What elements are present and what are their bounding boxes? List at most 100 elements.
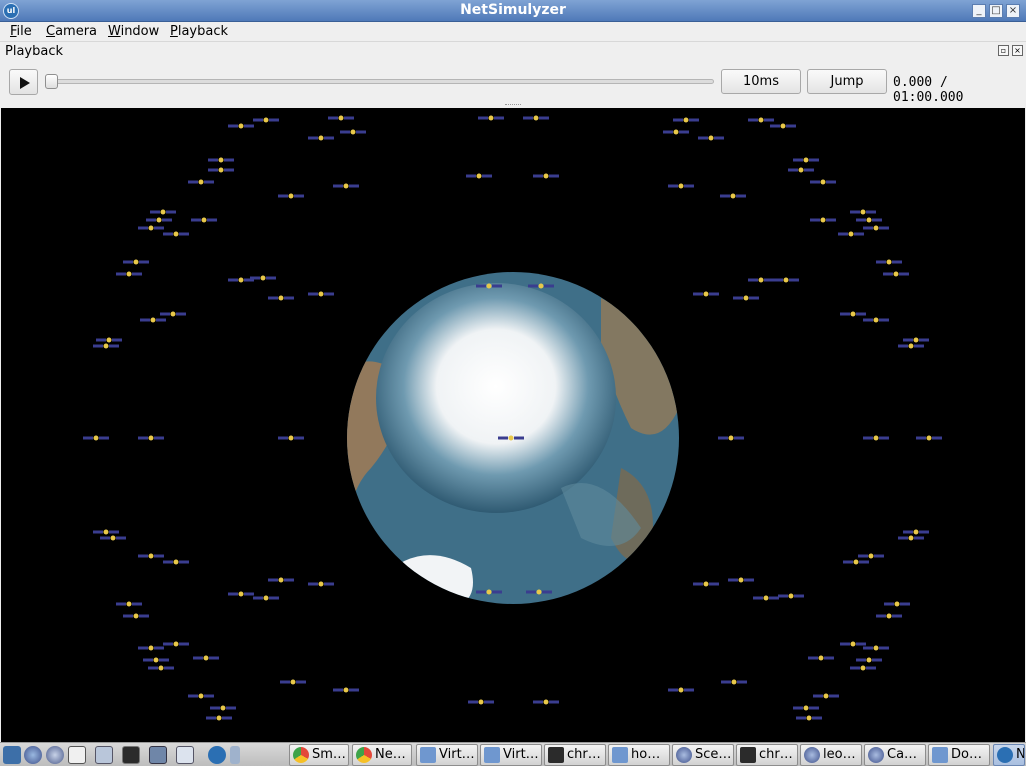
satellite bbox=[138, 645, 164, 651]
satellite bbox=[863, 435, 889, 441]
satellite bbox=[191, 217, 217, 223]
system-monitor-icon[interactable] bbox=[68, 746, 86, 764]
menu-window[interactable]: Window bbox=[108, 24, 159, 39]
satellite bbox=[123, 613, 149, 619]
playback-dock-title: Playback bbox=[5, 44, 64, 59]
satellite bbox=[883, 271, 909, 277]
satellite bbox=[188, 693, 214, 699]
satellite bbox=[863, 225, 889, 231]
satellite bbox=[884, 601, 910, 607]
satellite bbox=[808, 655, 834, 661]
jump-button[interactable]: Jump bbox=[807, 69, 887, 94]
dock-close-button[interactable]: × bbox=[1012, 45, 1023, 56]
dock-splitter[interactable] bbox=[505, 104, 521, 107]
globe-icon bbox=[804, 747, 820, 763]
menu-camera[interactable]: Camera bbox=[46, 24, 97, 39]
timeline-slider-handle[interactable] bbox=[45, 74, 58, 89]
task-item[interactable]: Virt… bbox=[480, 744, 542, 766]
satellite bbox=[850, 209, 876, 215]
satellite bbox=[810, 179, 836, 185]
satellite bbox=[253, 595, 279, 601]
satellite bbox=[308, 291, 334, 297]
satellite bbox=[210, 705, 236, 711]
satellite bbox=[253, 117, 279, 123]
satellite bbox=[673, 117, 699, 123]
task-item[interactable]: Virt… bbox=[416, 744, 478, 766]
menu-file[interactable]: File bbox=[10, 24, 32, 39]
task-label: Sce… bbox=[695, 747, 732, 762]
task-item[interactable]: Sm… bbox=[289, 744, 349, 766]
task-item[interactable]: chr… bbox=[736, 744, 798, 766]
satellite bbox=[898, 535, 924, 541]
satellite bbox=[308, 581, 334, 587]
task-item[interactable]: ho… bbox=[608, 744, 670, 766]
satellite bbox=[208, 157, 234, 163]
task-item[interactable]: Ne… bbox=[352, 744, 412, 766]
play-button[interactable] bbox=[9, 69, 38, 95]
network-icon[interactable] bbox=[46, 746, 64, 764]
title-bar[interactable]: ul NetSimulyzer _ □ × bbox=[0, 0, 1026, 22]
satellite bbox=[228, 591, 254, 597]
satellite bbox=[328, 115, 354, 121]
satellite bbox=[876, 613, 902, 619]
step-size-button[interactable]: 10ms bbox=[721, 69, 801, 94]
satellite bbox=[93, 343, 119, 349]
windows-icon[interactable] bbox=[176, 746, 194, 764]
task-label: Virt… bbox=[439, 747, 475, 762]
satellite bbox=[748, 117, 774, 123]
globe-icon[interactable] bbox=[24, 746, 42, 764]
monitor-icon[interactable] bbox=[122, 746, 140, 764]
netsimulyzer-launcher-icon[interactable] bbox=[208, 746, 226, 764]
satellite bbox=[268, 577, 294, 583]
satellite bbox=[138, 435, 164, 441]
task-item[interactable]: chr… bbox=[544, 744, 606, 766]
satellite bbox=[843, 559, 869, 565]
satellite bbox=[698, 135, 724, 141]
folder-icon bbox=[932, 747, 948, 763]
satellite bbox=[148, 665, 174, 671]
task-item-active[interactable]: N bbox=[993, 744, 1025, 766]
menu-window-label: indow bbox=[120, 24, 160, 39]
task-label: Ne… bbox=[375, 747, 406, 762]
dock-float-button[interactable]: ▫ bbox=[998, 45, 1009, 56]
task-label: leo… bbox=[823, 747, 856, 762]
task-item[interactable]: Ca… bbox=[864, 744, 926, 766]
menu-camera-label: amera bbox=[55, 24, 98, 39]
satellite bbox=[903, 529, 929, 535]
folder-icon bbox=[484, 747, 500, 763]
satellite bbox=[150, 209, 176, 215]
satellite bbox=[733, 295, 759, 301]
start-menu-icon[interactable] bbox=[3, 746, 21, 764]
file-cabinet-icon[interactable] bbox=[95, 746, 113, 764]
play-icon bbox=[20, 77, 30, 89]
playback-dock: Playback ▫ × 10ms Jump 0.000 / 01:00.000 bbox=[0, 42, 1026, 108]
close-button[interactable]: × bbox=[1006, 4, 1020, 18]
satellite bbox=[728, 577, 754, 583]
satellite bbox=[813, 693, 839, 699]
satellite bbox=[163, 559, 189, 565]
satellite bbox=[308, 135, 334, 141]
satellite bbox=[840, 311, 866, 317]
satellite bbox=[138, 225, 164, 231]
scene-canvas[interactable] bbox=[1, 108, 1025, 742]
scene-view[interactable] bbox=[1, 108, 1025, 742]
minimize-button[interactable]: _ bbox=[972, 4, 986, 18]
task-item[interactable]: Sce… bbox=[672, 744, 734, 766]
satellite bbox=[143, 657, 169, 663]
desktop-icon[interactable] bbox=[230, 746, 240, 764]
satellite bbox=[903, 337, 929, 343]
maximize-button[interactable]: □ bbox=[989, 4, 1003, 18]
satellite bbox=[773, 277, 799, 283]
satellite bbox=[340, 129, 366, 135]
task-item[interactable]: Do… bbox=[928, 744, 990, 766]
satellite bbox=[146, 217, 172, 223]
satellite bbox=[93, 529, 119, 535]
satellite bbox=[278, 193, 304, 199]
satellite bbox=[100, 535, 126, 541]
menu-playback[interactable]: Playback bbox=[170, 24, 228, 39]
folder-icon bbox=[420, 747, 436, 763]
satellite bbox=[720, 193, 746, 199]
calculator-icon[interactable] bbox=[149, 746, 167, 764]
timeline-slider[interactable] bbox=[46, 79, 714, 84]
task-item[interactable]: leo… bbox=[800, 744, 862, 766]
